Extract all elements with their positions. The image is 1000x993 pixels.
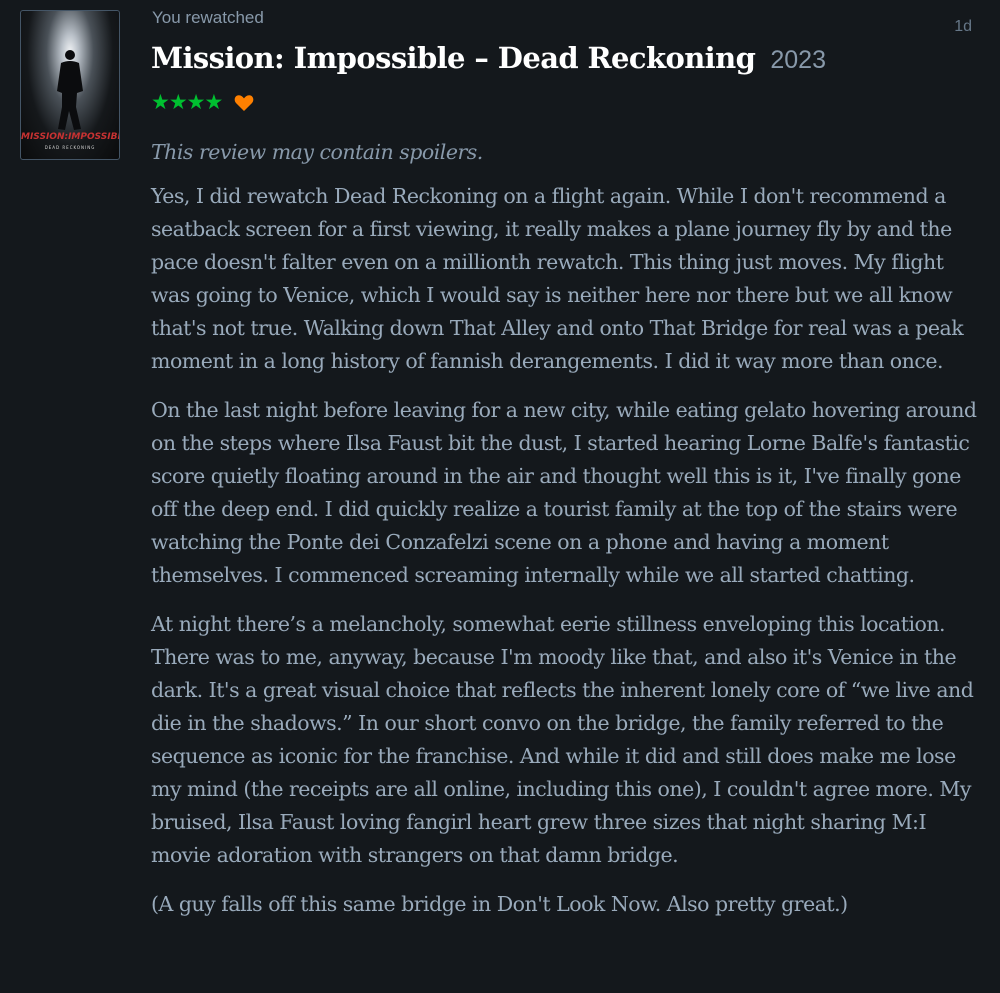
spoiler-notice: This review may contain spoilers. (151, 140, 483, 164)
poster-logo: MISSION:IMPOSSIBLE (21, 132, 120, 142)
review-paragraph: At night there’s a melancholy, somewhat … (151, 612, 974, 867)
film-heading: Mission: Impossible – Dead Reckoning 202… (151, 41, 826, 75)
activity-label: You rewatched (152, 8, 264, 27)
review-paragraph: On the last night before leaving for a n… (151, 398, 977, 587)
review-body: Yes, I did rewatch Dead Reckoning on a f… (151, 180, 981, 937)
rating-row: ★★★★ (151, 92, 254, 113)
review-paragraph: (A guy falls off this same bridge in Don… (151, 892, 848, 916)
poster-subtitle: DEAD RECKONING (44, 145, 96, 150)
review-paragraph: Yes, I did rewatch Dead Reckoning on a f… (151, 184, 964, 373)
film-year[interactable]: 2023 (770, 46, 826, 74)
heart-icon (234, 94, 254, 112)
star-rating-icon: ★★★★ (151, 90, 223, 114)
review-age[interactable]: 1d (954, 18, 972, 36)
film-poster[interactable]: MISSION:IMPOSSIBLE DEAD RECKONING (20, 10, 120, 160)
film-title[interactable]: Mission: Impossible – Dead Reckoning (151, 41, 756, 75)
